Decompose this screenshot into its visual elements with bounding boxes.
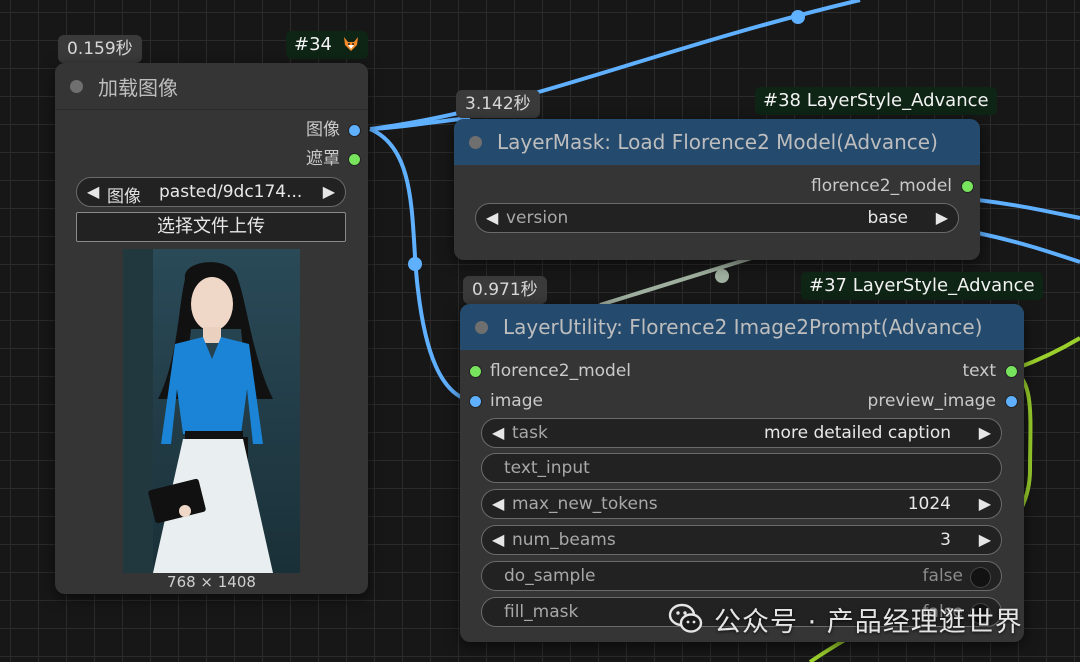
node34-title: 加载图像 [98, 75, 178, 100]
output-port-preview-image[interactable] [1005, 395, 1018, 408]
node34-collapse-dot[interactable] [70, 79, 83, 93]
output-port-mask[interactable] [348, 153, 361, 166]
image-preview [123, 249, 300, 573]
node37-collapse-dot[interactable] [475, 320, 488, 334]
max-new-tokens-label: max_new_tokens [512, 494, 658, 514]
node-load-florence2-model[interactable]: LayerMask: Load Florence2 Model(Advance)… [454, 119, 980, 260]
task-widget[interactable]: ◀ task more detailed caption ▶ [481, 418, 1002, 448]
input-label-image: image [490, 391, 543, 411]
version-widget[interactable]: ◀ version base ▶ [475, 203, 959, 233]
node38-exec-time: 3.142秒 [456, 90, 540, 118]
link-model-out-1 [977, 198, 1080, 220]
link-model-out-2 [977, 231, 1080, 264]
task-label: task [512, 423, 548, 443]
node34-header[interactable]: 加载图像 [55, 63, 368, 110]
node38-id-badge: #38 LayerStyle_Advance [755, 87, 997, 115]
output-port-image[interactable] [348, 124, 361, 137]
output-port-florence2-model[interactable] [961, 180, 974, 193]
node34-exec-time: 0.159秒 [58, 35, 142, 63]
watermark-text: 公众号 · 产品经理逛世界 [714, 606, 1023, 638]
num-beams-widget[interactable]: ◀ num_beams 3 ▶ [481, 525, 1002, 555]
node34-id: #34 [294, 34, 332, 55]
image-select-widget[interactable]: ◀ 图像 pasted/9dc174... ▶ [76, 177, 346, 207]
node38-header[interactable]: LayerMask: Load Florence2 Model(Advance) [454, 119, 980, 165]
num-beams-value: 3 [940, 530, 951, 550]
max-new-tokens-widget[interactable]: ◀ max_new_tokens 1024 ▶ [481, 489, 1002, 519]
prev-arrow-icon[interactable]: ◀ [87, 182, 99, 201]
do-sample-widget[interactable]: do_sample false [481, 561, 1002, 591]
do-sample-value: false [922, 566, 963, 586]
do-sample-toggle[interactable] [970, 567, 991, 588]
text-input-widget[interactable]: text_input [481, 453, 1002, 483]
input-port-image[interactable] [469, 395, 482, 408]
output-port-text[interactable] [1005, 365, 1018, 378]
next-arrow-icon[interactable]: ▶ [323, 182, 335, 201]
node37-title: LayerUtility: Florence2 Image2Prompt(Adv… [503, 315, 983, 339]
next-arrow-icon[interactable]: ▶ [979, 423, 991, 442]
do-sample-label: do_sample [504, 566, 596, 586]
input-label-florence2-model: florence2_model [490, 361, 632, 381]
prev-arrow-icon[interactable]: ◀ [492, 530, 504, 549]
fox-icon [343, 37, 358, 51]
next-arrow-icon[interactable]: ▶ [979, 494, 991, 513]
next-arrow-icon[interactable]: ▶ [936, 208, 948, 227]
image-dimensions: 768 × 1408 [167, 573, 256, 591]
node-florence2-image2prompt[interactable]: LayerUtility: Florence2 Image2Prompt(Adv… [460, 304, 1024, 642]
output-label-florence2-model: florence2_model [810, 176, 952, 196]
next-arrow-icon[interactable]: ▶ [979, 530, 991, 549]
input-port-florence2-model[interactable] [469, 365, 482, 378]
text-input-label: text_input [504, 458, 590, 478]
output-label-image: 图像 [306, 120, 340, 140]
node37-id-badge: #37 LayerStyle_Advance [801, 272, 1043, 300]
version-label: version [506, 208, 569, 228]
fill-mask-label: fill_mask [504, 602, 579, 622]
image-select-value: pasted/9dc174... [159, 182, 303, 202]
node-load-image[interactable]: 加载图像 图像 遮罩 ◀ 图像 pasted/9dc174... ▶ 选择文件上… [55, 63, 368, 594]
num-beams-label: num_beams [512, 530, 616, 550]
wechat-icon [668, 603, 703, 633]
output-label-mask: 遮罩 [306, 149, 340, 169]
task-value: more detailed caption [764, 423, 951, 443]
node38-title: LayerMask: Load Florence2 Model(Advance) [497, 130, 938, 154]
node34-id-badge: #34 [286, 31, 368, 59]
upload-file-button[interactable]: 选择文件上传 [76, 212, 346, 242]
prev-arrow-icon[interactable]: ◀ [492, 494, 504, 513]
max-new-tokens-value: 1024 [907, 494, 951, 514]
image-select-label: 图像 [107, 187, 141, 207]
link-midpoint [715, 269, 729, 283]
output-label-text: text [962, 361, 996, 381]
node37-exec-time: 0.971秒 [463, 276, 547, 304]
node37-header[interactable]: LayerUtility: Florence2 Image2Prompt(Adv… [460, 304, 1024, 350]
link-midpoint [408, 257, 422, 271]
output-label-preview-image: preview_image [867, 391, 996, 411]
link-midpoint [791, 10, 805, 24]
node38-collapse-dot[interactable] [469, 135, 482, 149]
version-value: base [867, 208, 908, 228]
prev-arrow-icon[interactable]: ◀ [486, 208, 498, 227]
prev-arrow-icon[interactable]: ◀ [492, 423, 504, 442]
watermark: 公众号 · 产品经理逛世界 [668, 596, 1023, 642]
